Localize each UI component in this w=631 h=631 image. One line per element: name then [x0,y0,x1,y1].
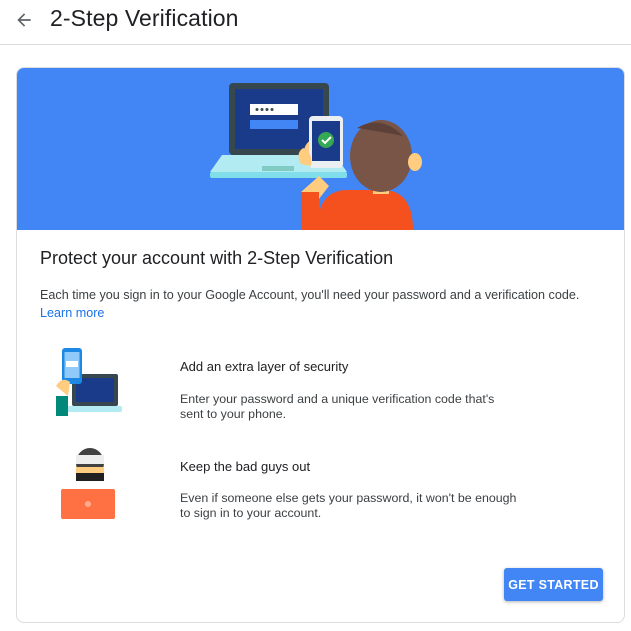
learn-more-link[interactable]: Learn more [40,306,104,320]
page-header: 2-Step Verification [0,0,631,45]
feature-text-bad-guys: Even if someone else gets your password,… [180,491,517,520]
hero-banner [17,68,624,230]
phone-laptop-security-icon [56,348,122,416]
page: 2-Step Verification Protect your account… [0,0,631,631]
card-heading: Protect your account with 2-Step Verific… [40,248,394,268]
page-title: 2-Step Verification [50,5,239,31]
card-description: Each time you sign in to your Google Acc… [40,286,600,322]
masked-intruder-icon [61,448,115,519]
verification-card: Protect your account with 2-Step Verific… [16,67,625,623]
feature-text-security: Enter your password and a unique verific… [180,392,495,421]
laptop-phone-person-illustration [210,83,422,230]
feature-title-bad-guys: Keep the bad guys out [180,459,311,474]
get-started-button[interactable]: GET STARTED [504,568,603,601]
card-description-text: Each time you sign in to your Google Acc… [40,288,580,302]
back-button[interactable] [10,6,38,34]
arrow-back-icon [17,13,31,27]
feature-title-security: Add an extra layer of security [180,359,349,374]
